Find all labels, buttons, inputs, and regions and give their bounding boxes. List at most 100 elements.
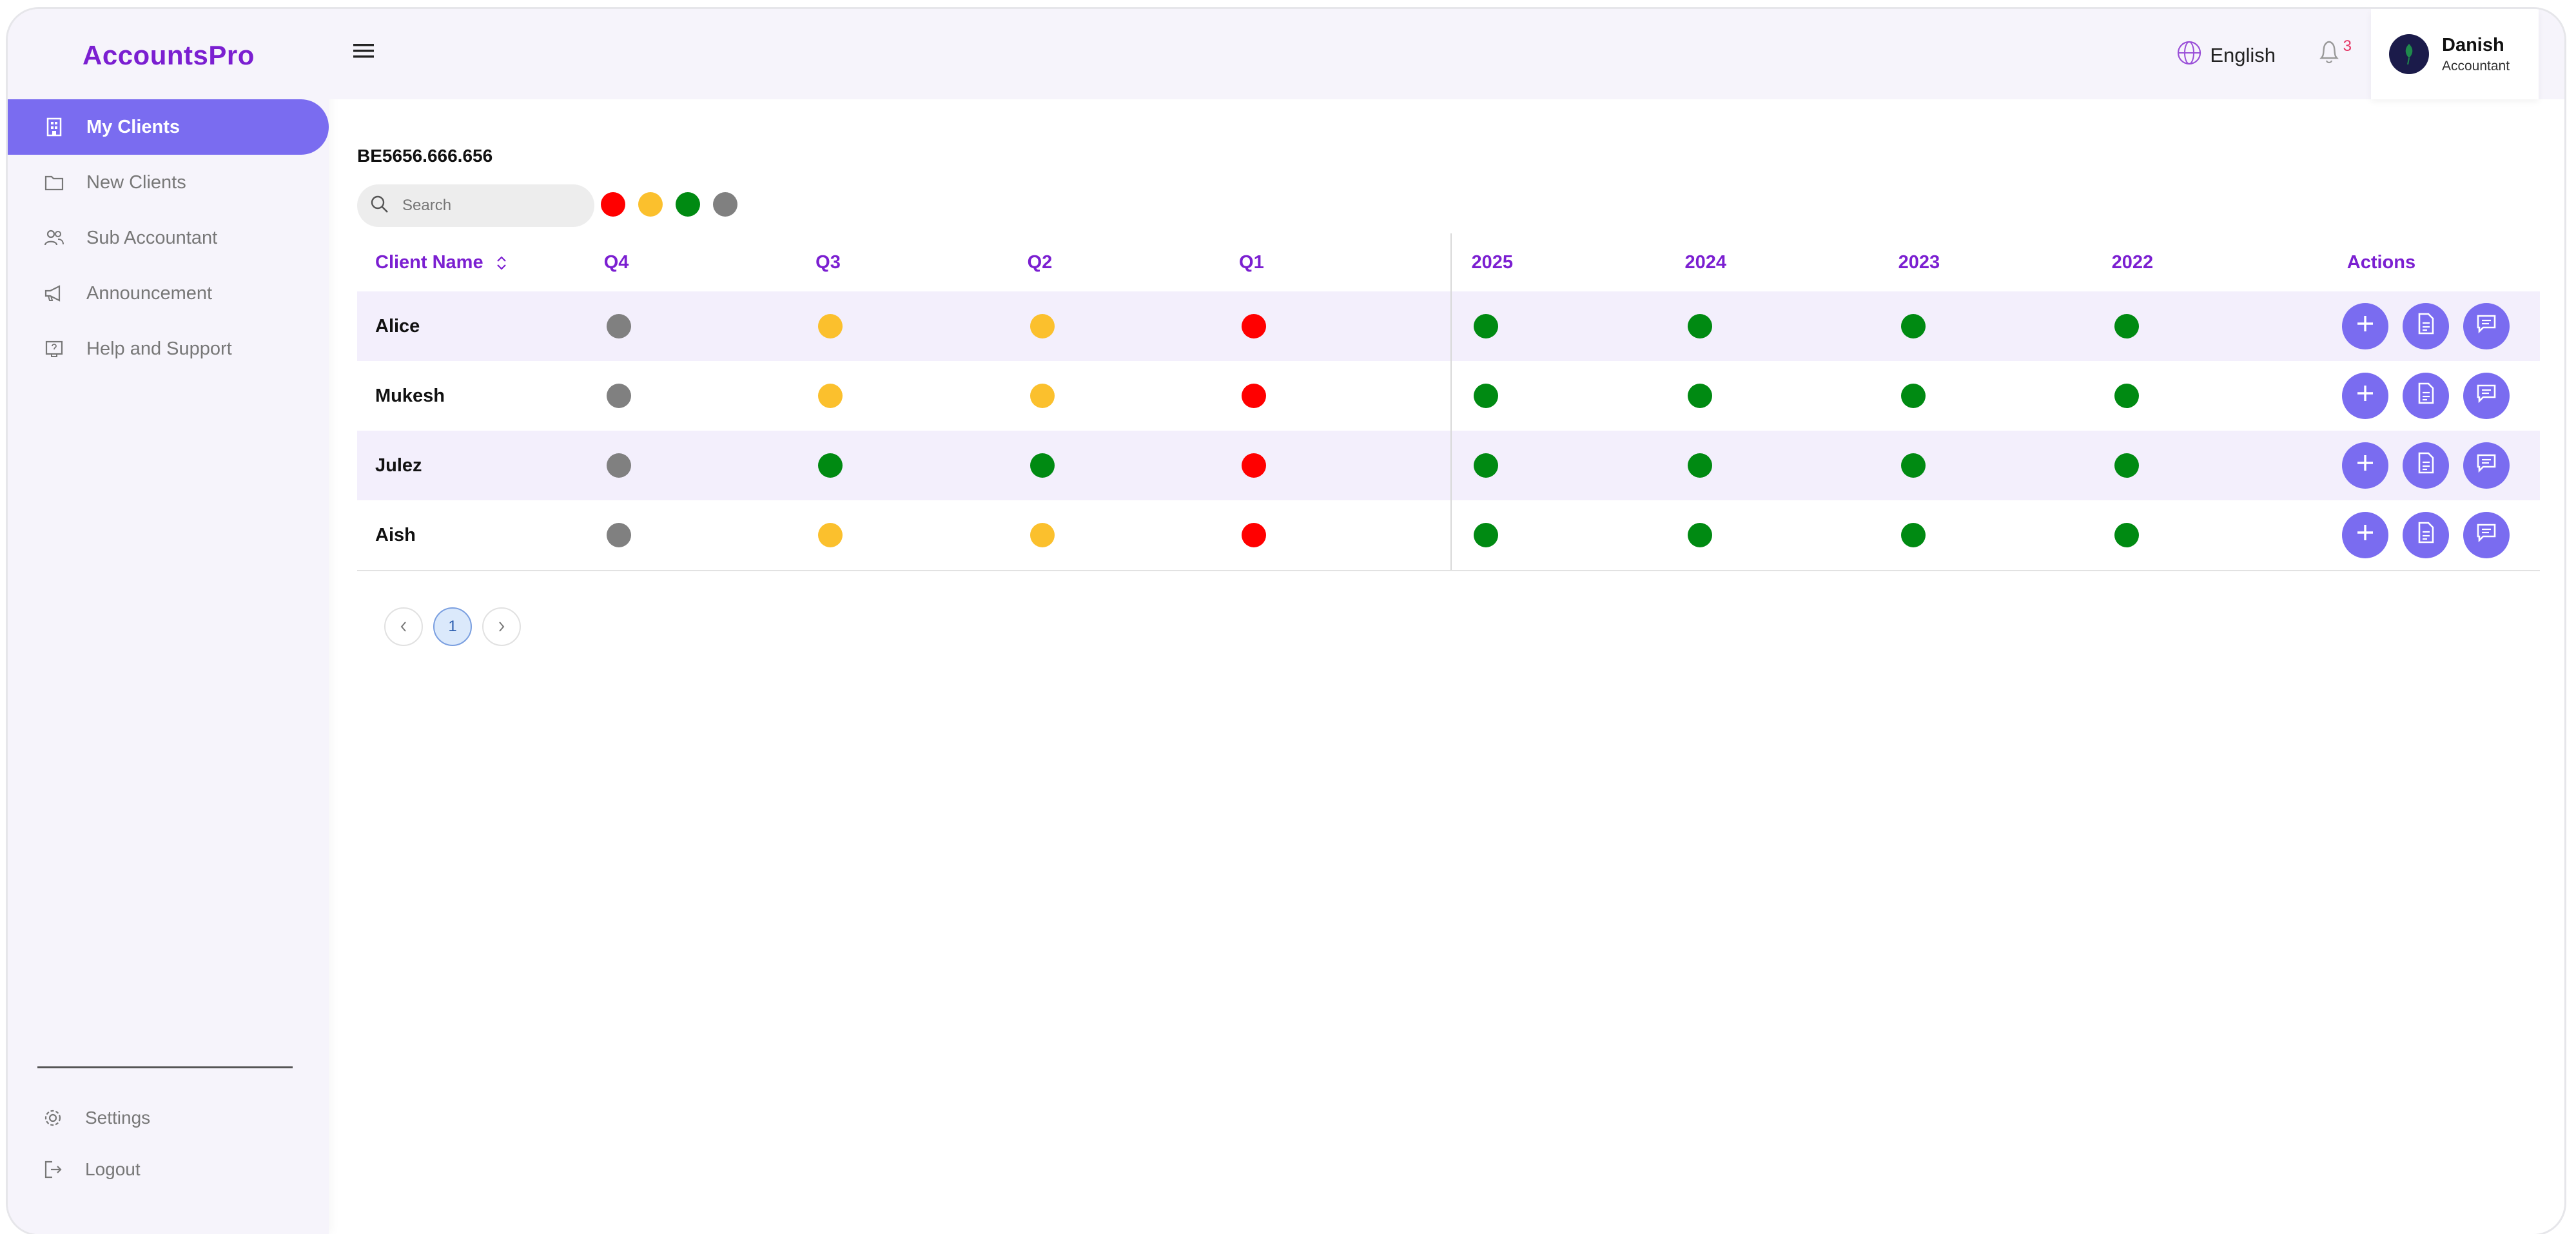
status-cell-q4	[603, 500, 816, 571]
status-dot[interactable]	[606, 314, 631, 338]
status-dot[interactable]	[1900, 314, 1926, 338]
pagination-next-button[interactable]	[482, 607, 521, 646]
status-dot[interactable]	[2114, 453, 2139, 478]
actions-cell	[2325, 500, 2540, 571]
client-name-cell[interactable]: Alice	[357, 291, 604, 361]
sidebar-nav: My Clients New Clients Sub Accountant An…	[8, 99, 329, 377]
status-dot[interactable]	[1242, 314, 1267, 338]
status-dot[interactable]	[1029, 523, 1055, 547]
client-name-cell[interactable]: Aish	[357, 500, 604, 571]
search-bar[interactable]	[357, 184, 594, 227]
user-name: Danish	[2442, 34, 2504, 55]
app-window: AccountsPro My Clients New Clients Sub A…	[8, 9, 2564, 1234]
add-button[interactable]	[2341, 303, 2388, 349]
status-dot[interactable]	[1474, 523, 1499, 547]
status-dot[interactable]	[1474, 314, 1499, 338]
sidebar-item-settings[interactable]: Settings	[8, 1092, 329, 1144]
status-dot[interactable]	[606, 384, 631, 408]
pagination: 1	[384, 607, 531, 646]
status-cell-q2	[1027, 291, 1240, 361]
status-dot[interactable]	[1029, 314, 1055, 338]
hamburger-menu-icon[interactable]	[352, 41, 378, 67]
sidebar-item-label: Sub Accountant	[86, 227, 218, 248]
status-dot[interactable]	[818, 314, 843, 338]
status-dot[interactable]	[1687, 453, 1712, 478]
notifications[interactable]: 3	[2316, 37, 2352, 69]
status-dot[interactable]	[1900, 384, 1926, 408]
sidebar: AccountsPro My Clients New Clients Sub A…	[8, 9, 329, 1234]
sidebar-item-sub-accountant[interactable]: Sub Accountant	[8, 210, 329, 266]
bell-icon	[2316, 37, 2342, 69]
status-dot[interactable]	[606, 453, 631, 478]
add-button[interactable]	[2341, 442, 2388, 489]
status-dot[interactable]	[1029, 384, 1055, 408]
filter-dot-green[interactable]	[676, 192, 700, 217]
status-cell-2025	[1450, 291, 1685, 361]
status-dot[interactable]	[2114, 523, 2139, 547]
notification-count-badge: 3	[2343, 37, 2352, 55]
status-dot[interactable]	[1242, 453, 1267, 478]
add-button[interactable]	[2341, 512, 2388, 558]
status-dot[interactable]	[818, 523, 843, 547]
status-dot[interactable]	[2114, 384, 2139, 408]
avatar	[2389, 34, 2429, 74]
message-button[interactable]	[2463, 373, 2510, 419]
filter-dot-yellow[interactable]	[638, 192, 663, 217]
status-dot[interactable]	[1242, 384, 1267, 408]
status-dot[interactable]	[1474, 453, 1499, 478]
language-label: English	[2210, 44, 2276, 66]
language-selector[interactable]: English	[2176, 40, 2276, 71]
status-dot[interactable]	[1242, 523, 1267, 547]
sidebar-item-logout[interactable]: Logout	[8, 1144, 329, 1195]
sidebar-item-label: Help and Support	[86, 338, 232, 359]
sidebar-item-my-clients[interactable]: My Clients	[8, 99, 329, 155]
add-button[interactable]	[2341, 373, 2388, 419]
column-header-client-name[interactable]: Client Name	[357, 233, 604, 291]
status-dot[interactable]	[818, 384, 843, 408]
message-button[interactable]	[2463, 512, 2510, 558]
chat-icon	[2475, 313, 2497, 339]
main-content: BE5656.666.656 Client Name	[329, 99, 2564, 1234]
sidebar-item-help-and-support[interactable]: Help and Support	[8, 321, 329, 377]
documents-button[interactable]	[2402, 373, 2449, 419]
sidebar-item-new-clients[interactable]: New Clients	[8, 155, 329, 210]
status-cell-q1	[1239, 291, 1452, 361]
status-dot[interactable]	[606, 523, 631, 547]
status-dot[interactable]	[1687, 523, 1712, 547]
document-icon	[2416, 521, 2435, 549]
status-cell-2022	[2111, 500, 2325, 571]
user-profile-menu[interactable]: Danish Accountant	[2371, 9, 2539, 99]
clients-table: Client Name Q4 Q3 Q2 Q1 2025 2024 2023 2…	[357, 233, 2540, 571]
chat-icon	[2475, 453, 2497, 478]
status-dot[interactable]	[1900, 453, 1926, 478]
sort-icon[interactable]	[489, 252, 508, 273]
document-icon	[2416, 451, 2435, 480]
status-dot[interactable]	[1900, 523, 1926, 547]
status-dot[interactable]	[1029, 453, 1055, 478]
client-name-cell[interactable]: Mukesh	[357, 361, 604, 431]
sidebar-item-label: Announcement	[86, 282, 213, 304]
column-header-q4: Q4	[603, 251, 629, 273]
filter-dot-grey[interactable]	[713, 192, 737, 217]
status-dot[interactable]	[818, 453, 843, 478]
filter-dot-red[interactable]	[601, 192, 625, 217]
status-cell-2023	[1898, 500, 2112, 571]
documents-button[interactable]	[2402, 303, 2449, 349]
users-icon	[41, 225, 67, 251]
message-button[interactable]	[2463, 303, 2510, 349]
message-button[interactable]	[2463, 442, 2510, 489]
sidebar-item-announcement[interactable]: Announcement	[8, 266, 329, 321]
chat-icon	[2475, 383, 2497, 409]
documents-button[interactable]	[2402, 512, 2449, 558]
status-dot[interactable]	[1474, 384, 1499, 408]
status-cell-2023	[1898, 361, 2112, 431]
search-input[interactable]	[401, 196, 571, 215]
status-dot[interactable]	[1687, 384, 1712, 408]
pagination-page-button[interactable]: 1	[433, 607, 472, 646]
globe-icon	[2176, 40, 2202, 71]
status-dot[interactable]	[1687, 314, 1712, 338]
documents-button[interactable]	[2402, 442, 2449, 489]
client-name-cell[interactable]: Julez	[357, 431, 604, 500]
pagination-prev-button[interactable]	[384, 607, 423, 646]
status-dot[interactable]	[2114, 314, 2139, 338]
